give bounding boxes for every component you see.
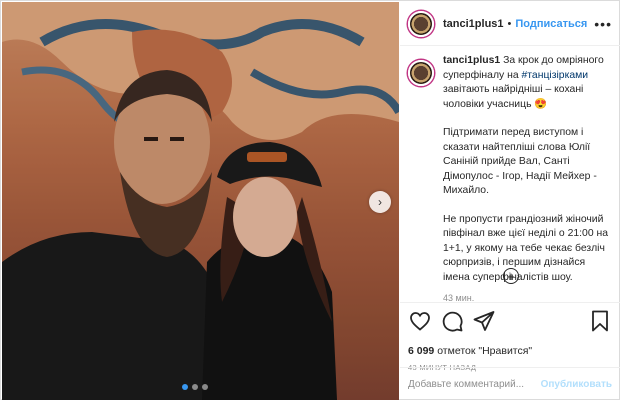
caption-paragraph-3: Не пропусти грандіозний жіночий півфінал…: [443, 213, 609, 283]
caption-area: tanci1plus1 За крок до омріяного суперфі…: [400, 54, 620, 303]
post-header: tanci1plus1 • Подписаться •••: [400, 2, 620, 46]
comment-icon[interactable]: [440, 309, 464, 333]
load-more-comments-icon[interactable]: +: [503, 268, 519, 284]
likes-label: отметок "Нравится": [437, 345, 533, 357]
separator-dot: •: [507, 17, 512, 30]
carousel-dot: [192, 384, 198, 390]
comment-input[interactable]: [408, 378, 541, 390]
likes-count[interactable]: 6 099 отметок "Нравится": [408, 345, 612, 357]
follow-button[interactable]: Подписаться: [515, 18, 587, 30]
share-icon[interactable]: [472, 309, 496, 333]
caption-avatar[interactable]: [408, 60, 434, 86]
avatar[interactable]: [408, 10, 434, 37]
post-container: › tanci1plus1 • Подписаться ••• tanci1pl…: [0, 0, 620, 400]
caption-paragraph-2: Підтримати перед виступом і сказати найт…: [443, 127, 597, 196]
likes-number: 6 099: [408, 345, 435, 357]
hashtag-link[interactable]: #танцізірками: [522, 70, 589, 81]
heart-icon[interactable]: [408, 309, 432, 333]
comment-form: Опубликовать: [400, 367, 620, 400]
post-photo[interactable]: ›: [2, 2, 399, 400]
carousel-next-button[interactable]: ›: [369, 191, 391, 213]
bookmark-icon[interactable]: [588, 309, 612, 333]
caption-part2: завітають найрідніші – кохані чоловіки у…: [443, 84, 584, 110]
caption-username[interactable]: tanci1plus1: [443, 55, 500, 66]
carousel-dot: [202, 384, 208, 390]
caption-text: tanci1plus1 За крок до омріяного суперфі…: [443, 54, 612, 299]
post-sidebar: tanci1plus1 • Подписаться ••• tanci1plus…: [400, 2, 620, 400]
more-options-icon[interactable]: •••: [594, 16, 612, 32]
carousel-dot: [182, 384, 188, 390]
carousel-indicator: [182, 384, 208, 390]
publish-button[interactable]: Опубликовать: [541, 379, 612, 390]
action-bar: 6 099 отметок "Нравится" 43 МИНУТ НАЗАД: [400, 302, 620, 372]
photo-illustration: [2, 2, 399, 400]
caption-row: tanci1plus1 За крок до омріяного суперфі…: [408, 54, 612, 299]
action-icons: [408, 309, 612, 333]
header-username[interactable]: tanci1plus1: [443, 18, 504, 30]
